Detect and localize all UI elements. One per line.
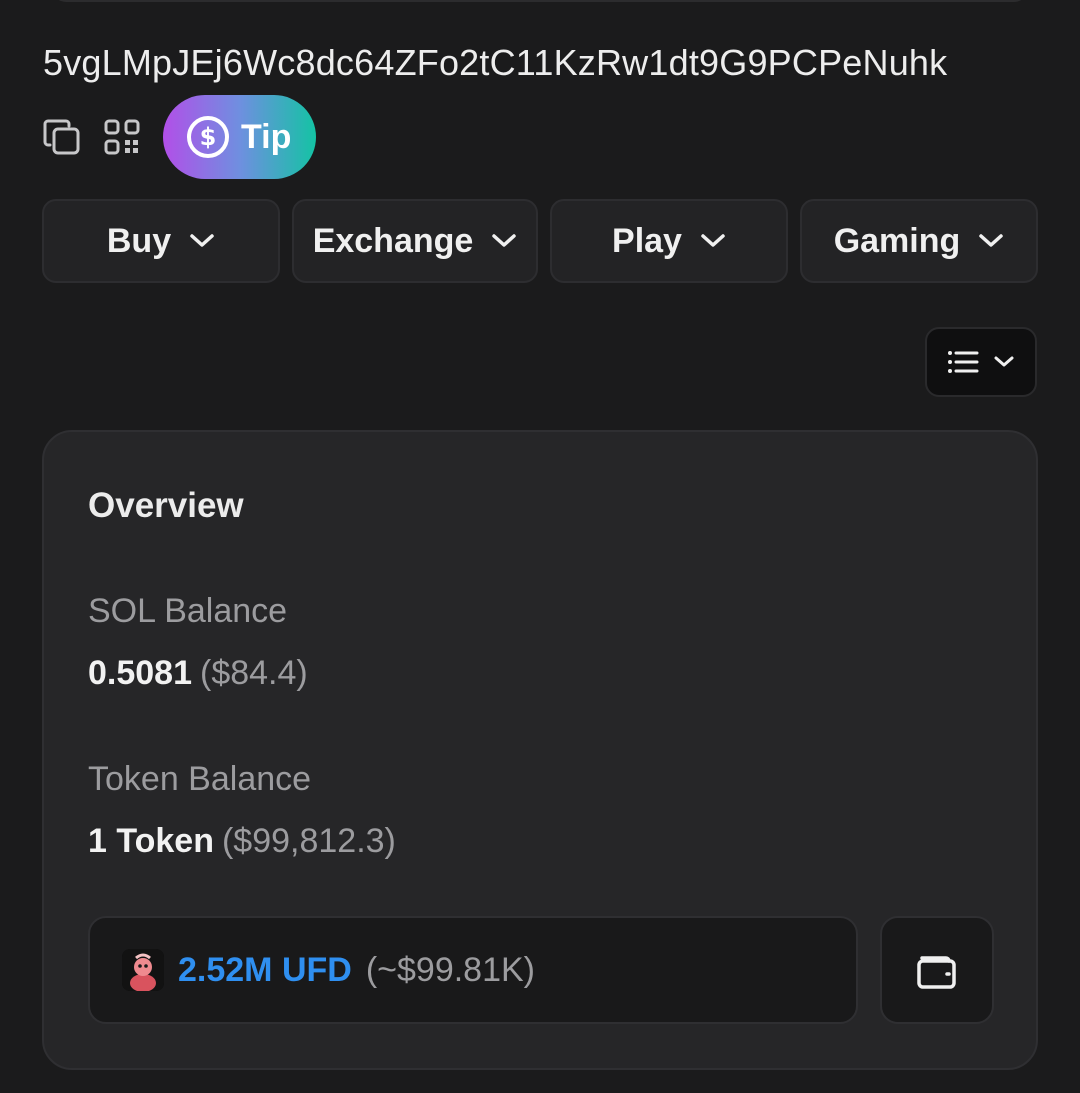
tip-button[interactable]: $ Tip: [163, 95, 316, 179]
chevron-down-icon: [993, 355, 1015, 369]
token-balance-amount: 1 Token: [88, 822, 214, 860]
list-icon: [948, 351, 979, 373]
overview-card: Overview SOL Balance 0.5081 ($84.4) Token…: [42, 430, 1038, 1070]
chevron-down-icon: [189, 233, 215, 249]
dollar-circle-icon: $: [187, 116, 229, 158]
view-mode-dropdown[interactable]: [925, 327, 1037, 397]
token-balance-label: Token Balance: [88, 760, 312, 798]
token-holdings-dropdown[interactable]: 2.52M UFD (~$99.81K): [88, 916, 858, 1024]
address-actions: $ Tip: [40, 95, 316, 179]
buy-label: Buy: [106, 221, 172, 260]
chevron-down-icon: [491, 233, 517, 249]
previous-card-edge: [52, 0, 1028, 2]
token-amount: 2.52M UFD: [178, 950, 352, 989]
token-usd-value: (~$99.81K): [365, 950, 535, 989]
copy-icon: [43, 119, 80, 155]
qr-code-button[interactable]: [100, 115, 144, 159]
gaming-dropdown[interactable]: Gaming: [800, 199, 1038, 283]
tip-label: Tip: [241, 117, 292, 156]
wallet-address: 5vgLMpJEj6Wc8dc64ZFo2tC11KzRw1dt9G9PCPeN…: [43, 42, 948, 83]
sol-balance-label: SOL Balance: [88, 592, 288, 630]
sol-balance-amount: 0.5081: [88, 654, 192, 692]
chevron-down-icon: [700, 233, 726, 249]
token-balance-value: 1 Token ($99,812.3): [88, 822, 396, 861]
buy-dropdown[interactable]: Buy: [42, 199, 280, 283]
play-label: Play: [612, 221, 682, 260]
exchange-dropdown[interactable]: Exchange: [292, 199, 538, 283]
overview-title: Overview: [88, 486, 244, 525]
play-dropdown[interactable]: Play: [550, 199, 788, 283]
chevron-down-icon: [978, 233, 1004, 249]
wallet-icon: [917, 956, 956, 989]
sol-balance-value: 0.5081 ($84.4): [88, 654, 308, 693]
token-avatar-icon: [122, 949, 164, 991]
exchange-label: Exchange: [312, 221, 474, 260]
sol-balance-usd: ($84.4): [200, 654, 308, 692]
svg-text:$: $: [200, 123, 217, 151]
action-menu-row: Buy Exchange Play Gaming: [42, 199, 1038, 283]
gaming-label: Gaming: [833, 221, 961, 260]
qr-code-icon: [104, 119, 140, 155]
copy-address-button[interactable]: [40, 115, 84, 159]
wallet-button[interactable]: [880, 916, 994, 1024]
token-balance-usd: ($99,812.3): [221, 822, 396, 860]
